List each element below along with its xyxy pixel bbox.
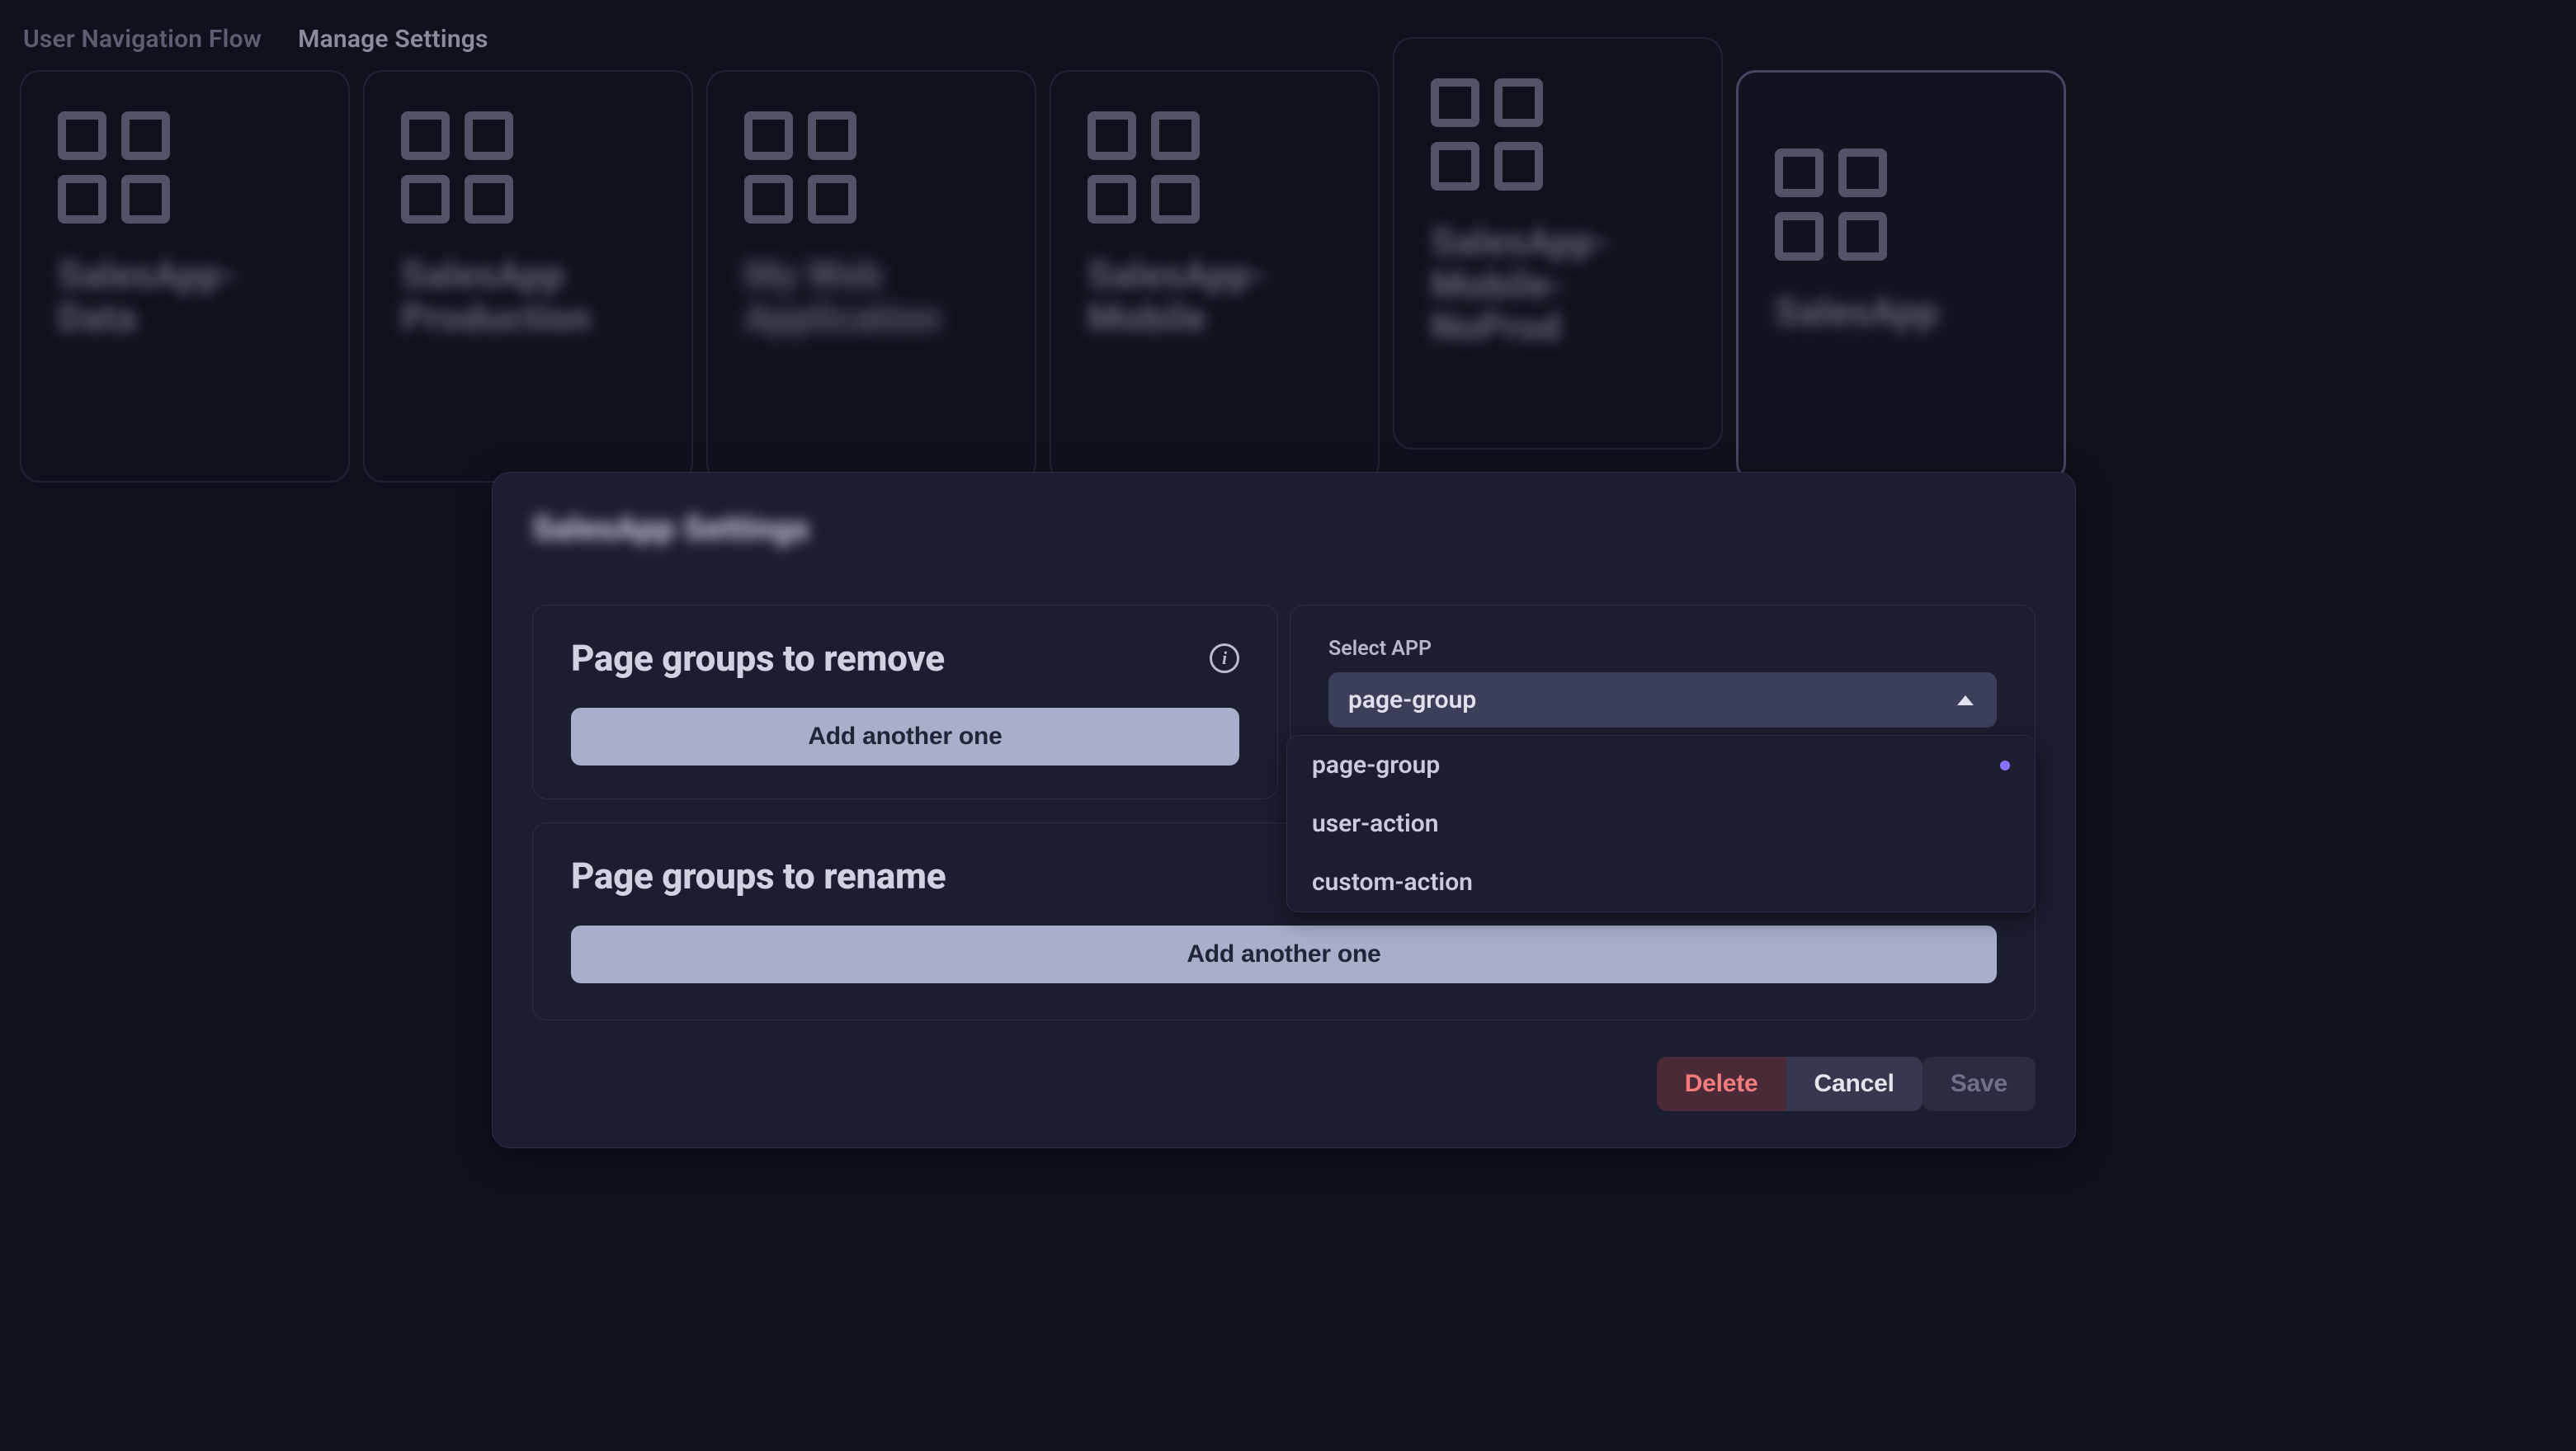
dropdown-option-page-group[interactable]: page-group	[1287, 736, 2035, 794]
select-app-label: Select APP	[1328, 637, 1997, 661]
dropdown-option-custom-action[interactable]: custom-action	[1287, 853, 2035, 912]
delete-button[interactable]: Delete	[1657, 1057, 1786, 1111]
app-card-label: SalesApp Production	[401, 255, 655, 340]
app-grid-icon	[1775, 148, 1887, 261]
app-card-label: SalesApp-Data	[58, 255, 312, 340]
app-card[interactable]: SalesApp-Mobile	[1050, 70, 1380, 483]
add-remove-group-button[interactable]: Add another one	[571, 708, 1239, 766]
app-card-label: SalesApp-Mobile	[1087, 255, 1342, 340]
app-card-label: SalesApp-Mobile-NoProd	[1431, 222, 1685, 350]
app-grid-icon	[744, 111, 856, 224]
app-card[interactable]: My Web Application	[706, 70, 1036, 483]
selected-indicator-icon	[2000, 761, 2010, 770]
app-card-label: My Web Application	[744, 255, 998, 340]
app-grid-icon	[1431, 78, 1543, 191]
remove-panel: Page groups to remove Add another one	[532, 605, 1278, 799]
modal-actions: Delete Cancel Save	[532, 1057, 2036, 1111]
cancel-button[interactable]: Cancel	[1786, 1057, 1923, 1111]
chevron-up-icon	[1957, 695, 1974, 705]
app-card[interactable]: SalesApp-Data	[20, 70, 350, 483]
modal-title: SalesApp Settings	[532, 509, 2036, 568]
app-card-label: SalesApp	[1775, 292, 1938, 335]
select-app-trigger[interactable]: page-group	[1328, 672, 1997, 728]
dropdown-option-label: page-group	[1312, 751, 1440, 780]
app-grid-icon	[58, 111, 170, 224]
select-app-value: page-group	[1348, 685, 1476, 714]
info-icon[interactable]	[1210, 643, 1239, 673]
app-card-selected[interactable]: SalesApp	[1736, 70, 2066, 483]
app-grid-icon	[401, 111, 513, 224]
app-card[interactable]: SalesApp Production	[363, 70, 693, 483]
select-app-dropdown: page-group user-action custom-action	[1286, 735, 2036, 912]
dropdown-option-label: user-action	[1312, 809, 1438, 838]
breadcrumb-item-flow[interactable]: User Navigation Flow	[23, 25, 262, 54]
settings-modal: SalesApp Settings Page groups to remove …	[492, 472, 2076, 1148]
save-button[interactable]: Save	[1923, 1057, 2036, 1111]
breadcrumb-item-settings[interactable]: Manage Settings	[298, 25, 488, 54]
breadcrumb: User Navigation Flow Manage Settings	[0, 0, 2576, 70]
dropdown-option-user-action[interactable]: user-action	[1287, 794, 2035, 853]
app-card-row: SalesApp-Data SalesApp Production My Web…	[0, 70, 2576, 483]
add-rename-group-button[interactable]: Add another one	[571, 926, 1997, 983]
remove-panel-title: Page groups to remove	[571, 637, 945, 680]
app-card[interactable]: SalesApp-Mobile-NoProd	[1393, 37, 1723, 450]
app-grid-icon	[1087, 111, 1200, 224]
dropdown-option-label: custom-action	[1312, 868, 1473, 897]
